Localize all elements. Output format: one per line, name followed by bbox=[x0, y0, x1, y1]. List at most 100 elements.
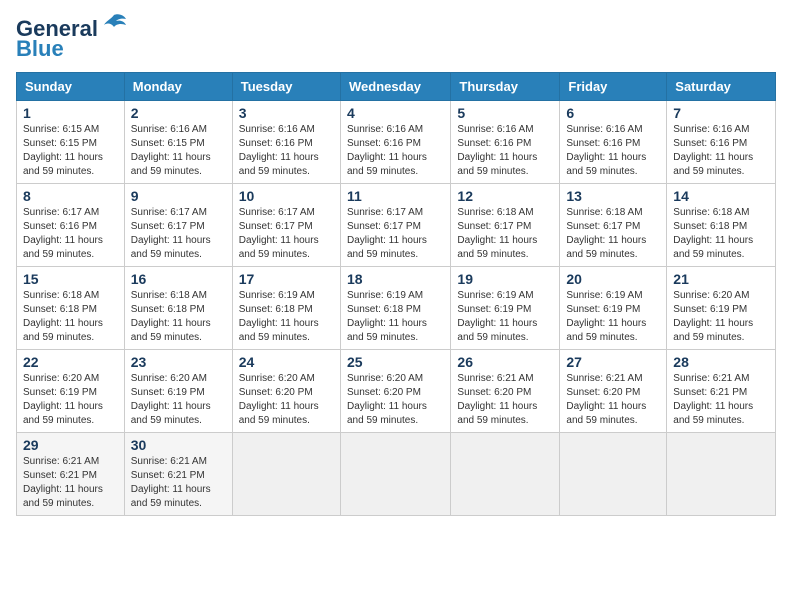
day-info: Sunrise: 6:16 AM Sunset: 6:16 PM Dayligh… bbox=[347, 123, 444, 179]
day-number: 1 bbox=[23, 105, 118, 121]
day-number: 12 bbox=[457, 188, 553, 204]
calendar-header-tuesday: Tuesday bbox=[232, 73, 340, 101]
day-number: 26 bbox=[457, 354, 553, 370]
calendar-cell: 16 Sunrise: 6:18 AM Sunset: 6:18 PM Dayl… bbox=[124, 267, 232, 350]
calendar-cell bbox=[451, 433, 560, 516]
day-info: Sunrise: 6:21 AM Sunset: 6:21 PM Dayligh… bbox=[131, 455, 226, 511]
day-info: Sunrise: 6:20 AM Sunset: 6:20 PM Dayligh… bbox=[347, 372, 444, 428]
calendar-week-row: 29 Sunrise: 6:21 AM Sunset: 6:21 PM Dayl… bbox=[17, 433, 776, 516]
day-number: 10 bbox=[239, 188, 334, 204]
calendar-cell: 19 Sunrise: 6:19 AM Sunset: 6:19 PM Dayl… bbox=[451, 267, 560, 350]
calendar-cell: 27 Sunrise: 6:21 AM Sunset: 6:20 PM Dayl… bbox=[560, 350, 667, 433]
calendar-cell: 21 Sunrise: 6:20 AM Sunset: 6:19 PM Dayl… bbox=[667, 267, 776, 350]
day-info: Sunrise: 6:21 AM Sunset: 6:20 PM Dayligh… bbox=[457, 372, 553, 428]
page-header: General Blue bbox=[16, 16, 776, 62]
calendar-cell: 26 Sunrise: 6:21 AM Sunset: 6:20 PM Dayl… bbox=[451, 350, 560, 433]
day-info: Sunrise: 6:17 AM Sunset: 6:17 PM Dayligh… bbox=[347, 206, 444, 262]
calendar-cell: 10 Sunrise: 6:17 AM Sunset: 6:17 PM Dayl… bbox=[232, 184, 340, 267]
calendar-cell bbox=[560, 433, 667, 516]
calendar-cell: 3 Sunrise: 6:16 AM Sunset: 6:16 PM Dayli… bbox=[232, 101, 340, 184]
calendar-cell: 25 Sunrise: 6:20 AM Sunset: 6:20 PM Dayl… bbox=[340, 350, 450, 433]
calendar-cell: 22 Sunrise: 6:20 AM Sunset: 6:19 PM Dayl… bbox=[17, 350, 125, 433]
day-number: 30 bbox=[131, 437, 226, 453]
calendar-cell: 9 Sunrise: 6:17 AM Sunset: 6:17 PM Dayli… bbox=[124, 184, 232, 267]
day-number: 28 bbox=[673, 354, 769, 370]
calendar-header-sunday: Sunday bbox=[17, 73, 125, 101]
day-info: Sunrise: 6:19 AM Sunset: 6:18 PM Dayligh… bbox=[347, 289, 444, 345]
day-number: 8 bbox=[23, 188, 118, 204]
calendar-cell: 24 Sunrise: 6:20 AM Sunset: 6:20 PM Dayl… bbox=[232, 350, 340, 433]
calendar-cell: 8 Sunrise: 6:17 AM Sunset: 6:16 PM Dayli… bbox=[17, 184, 125, 267]
calendar-header-friday: Friday bbox=[560, 73, 667, 101]
calendar-cell: 17 Sunrise: 6:19 AM Sunset: 6:18 PM Dayl… bbox=[232, 267, 340, 350]
calendar-cell: 28 Sunrise: 6:21 AM Sunset: 6:21 PM Dayl… bbox=[667, 350, 776, 433]
calendar-cell: 29 Sunrise: 6:21 AM Sunset: 6:21 PM Dayl… bbox=[17, 433, 125, 516]
day-info: Sunrise: 6:18 AM Sunset: 6:18 PM Dayligh… bbox=[131, 289, 226, 345]
day-info: Sunrise: 6:15 AM Sunset: 6:15 PM Dayligh… bbox=[23, 123, 118, 179]
calendar-cell bbox=[340, 433, 450, 516]
day-info: Sunrise: 6:19 AM Sunset: 6:18 PM Dayligh… bbox=[239, 289, 334, 345]
day-info: Sunrise: 6:21 AM Sunset: 6:21 PM Dayligh… bbox=[673, 372, 769, 428]
day-info: Sunrise: 6:18 AM Sunset: 6:18 PM Dayligh… bbox=[23, 289, 118, 345]
day-info: Sunrise: 6:21 AM Sunset: 6:21 PM Dayligh… bbox=[23, 455, 118, 511]
calendar-cell: 7 Sunrise: 6:16 AM Sunset: 6:16 PM Dayli… bbox=[667, 101, 776, 184]
calendar-cell bbox=[232, 433, 340, 516]
calendar-header-thursday: Thursday bbox=[451, 73, 560, 101]
day-number: 23 bbox=[131, 354, 226, 370]
day-info: Sunrise: 6:17 AM Sunset: 6:17 PM Dayligh… bbox=[131, 206, 226, 262]
calendar-cell: 18 Sunrise: 6:19 AM Sunset: 6:18 PM Dayl… bbox=[340, 267, 450, 350]
calendar-cell: 13 Sunrise: 6:18 AM Sunset: 6:17 PM Dayl… bbox=[560, 184, 667, 267]
calendar-cell: 14 Sunrise: 6:18 AM Sunset: 6:18 PM Dayl… bbox=[667, 184, 776, 267]
calendar-header-monday: Monday bbox=[124, 73, 232, 101]
day-number: 17 bbox=[239, 271, 334, 287]
calendar-week-row: 15 Sunrise: 6:18 AM Sunset: 6:18 PM Dayl… bbox=[17, 267, 776, 350]
day-number: 19 bbox=[457, 271, 553, 287]
day-info: Sunrise: 6:20 AM Sunset: 6:19 PM Dayligh… bbox=[131, 372, 226, 428]
day-info: Sunrise: 6:16 AM Sunset: 6:16 PM Dayligh… bbox=[566, 123, 660, 179]
day-info: Sunrise: 6:16 AM Sunset: 6:16 PM Dayligh… bbox=[457, 123, 553, 179]
calendar-week-row: 1 Sunrise: 6:15 AM Sunset: 6:15 PM Dayli… bbox=[17, 101, 776, 184]
day-info: Sunrise: 6:17 AM Sunset: 6:16 PM Dayligh… bbox=[23, 206, 118, 262]
day-number: 5 bbox=[457, 105, 553, 121]
calendar-cell: 12 Sunrise: 6:18 AM Sunset: 6:17 PM Dayl… bbox=[451, 184, 560, 267]
day-number: 20 bbox=[566, 271, 660, 287]
day-number: 29 bbox=[23, 437, 118, 453]
calendar-cell: 6 Sunrise: 6:16 AM Sunset: 6:16 PM Dayli… bbox=[560, 101, 667, 184]
day-number: 4 bbox=[347, 105, 444, 121]
day-number: 25 bbox=[347, 354, 444, 370]
day-info: Sunrise: 6:21 AM Sunset: 6:20 PM Dayligh… bbox=[566, 372, 660, 428]
day-info: Sunrise: 6:19 AM Sunset: 6:19 PM Dayligh… bbox=[457, 289, 553, 345]
day-info: Sunrise: 6:16 AM Sunset: 6:16 PM Dayligh… bbox=[673, 123, 769, 179]
day-number: 27 bbox=[566, 354, 660, 370]
day-info: Sunrise: 6:16 AM Sunset: 6:16 PM Dayligh… bbox=[239, 123, 334, 179]
day-number: 11 bbox=[347, 188, 444, 204]
logo-bird-icon bbox=[100, 11, 128, 39]
day-number: 7 bbox=[673, 105, 769, 121]
day-number: 6 bbox=[566, 105, 660, 121]
day-number: 3 bbox=[239, 105, 334, 121]
calendar-cell: 11 Sunrise: 6:17 AM Sunset: 6:17 PM Dayl… bbox=[340, 184, 450, 267]
logo: General Blue bbox=[16, 16, 128, 62]
calendar-week-row: 22 Sunrise: 6:20 AM Sunset: 6:19 PM Dayl… bbox=[17, 350, 776, 433]
calendar-cell: 23 Sunrise: 6:20 AM Sunset: 6:19 PM Dayl… bbox=[124, 350, 232, 433]
day-number: 15 bbox=[23, 271, 118, 287]
day-info: Sunrise: 6:18 AM Sunset: 6:18 PM Dayligh… bbox=[673, 206, 769, 262]
day-info: Sunrise: 6:16 AM Sunset: 6:15 PM Dayligh… bbox=[131, 123, 226, 179]
day-number: 16 bbox=[131, 271, 226, 287]
calendar-header-row: SundayMondayTuesdayWednesdayThursdayFrid… bbox=[17, 73, 776, 101]
day-number: 24 bbox=[239, 354, 334, 370]
day-info: Sunrise: 6:17 AM Sunset: 6:17 PM Dayligh… bbox=[239, 206, 334, 262]
day-number: 18 bbox=[347, 271, 444, 287]
day-number: 22 bbox=[23, 354, 118, 370]
calendar-cell: 20 Sunrise: 6:19 AM Sunset: 6:19 PM Dayl… bbox=[560, 267, 667, 350]
calendar-cell: 2 Sunrise: 6:16 AM Sunset: 6:15 PM Dayli… bbox=[124, 101, 232, 184]
calendar-cell: 15 Sunrise: 6:18 AM Sunset: 6:18 PM Dayl… bbox=[17, 267, 125, 350]
day-info: Sunrise: 6:19 AM Sunset: 6:19 PM Dayligh… bbox=[566, 289, 660, 345]
calendar-cell: 5 Sunrise: 6:16 AM Sunset: 6:16 PM Dayli… bbox=[451, 101, 560, 184]
day-info: Sunrise: 6:20 AM Sunset: 6:19 PM Dayligh… bbox=[673, 289, 769, 345]
calendar-table: SundayMondayTuesdayWednesdayThursdayFrid… bbox=[16, 72, 776, 516]
calendar-cell: 30 Sunrise: 6:21 AM Sunset: 6:21 PM Dayl… bbox=[124, 433, 232, 516]
calendar-week-row: 8 Sunrise: 6:17 AM Sunset: 6:16 PM Dayli… bbox=[17, 184, 776, 267]
day-number: 14 bbox=[673, 188, 769, 204]
day-info: Sunrise: 6:20 AM Sunset: 6:20 PM Dayligh… bbox=[239, 372, 334, 428]
